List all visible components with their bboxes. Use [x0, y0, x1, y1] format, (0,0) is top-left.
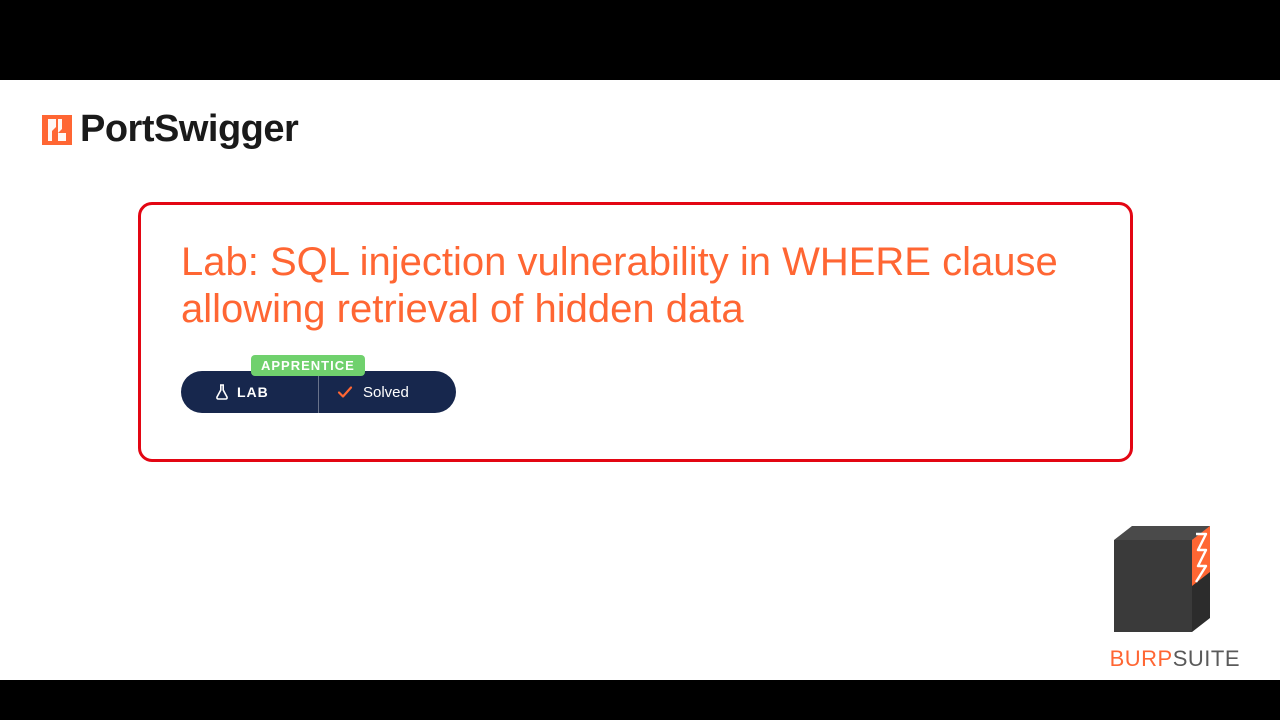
difficulty-badge: APPRENTICE — [251, 355, 365, 376]
lab-status-area: APPRENTICE LAB Solve — [181, 361, 461, 417]
burpsuite-logo: BURPSUITE — [1096, 524, 1240, 672]
brand-logo: PortSwigger — [42, 108, 298, 151]
lab-title: Lab: SQL injection vulnerability in WHER… — [181, 239, 1090, 333]
flask-icon — [215, 384, 229, 400]
burpsuite-box-icon — [1096, 524, 1236, 642]
portswigger-icon — [42, 115, 72, 145]
lab-pill-right: Solved — [319, 384, 409, 401]
burpsuite-label-part1: BURP — [1110, 646, 1173, 671]
lab-status-pill[interactable]: LAB Solved — [181, 371, 456, 413]
brand-name: PortSwigger — [80, 108, 298, 151]
check-icon — [337, 384, 353, 400]
lab-badge-label: LAB — [237, 384, 269, 400]
lab-pill-left: LAB — [181, 371, 319, 413]
burpsuite-label-part2: SUITE — [1173, 646, 1240, 671]
lab-card: Lab: SQL injection vulnerability in WHER… — [138, 202, 1133, 462]
burpsuite-label: BURPSUITE — [1110, 646, 1240, 672]
lab-status-text: Solved — [363, 384, 409, 401]
content-area: PortSwigger Lab: SQL injection vulnerabi… — [0, 80, 1280, 680]
